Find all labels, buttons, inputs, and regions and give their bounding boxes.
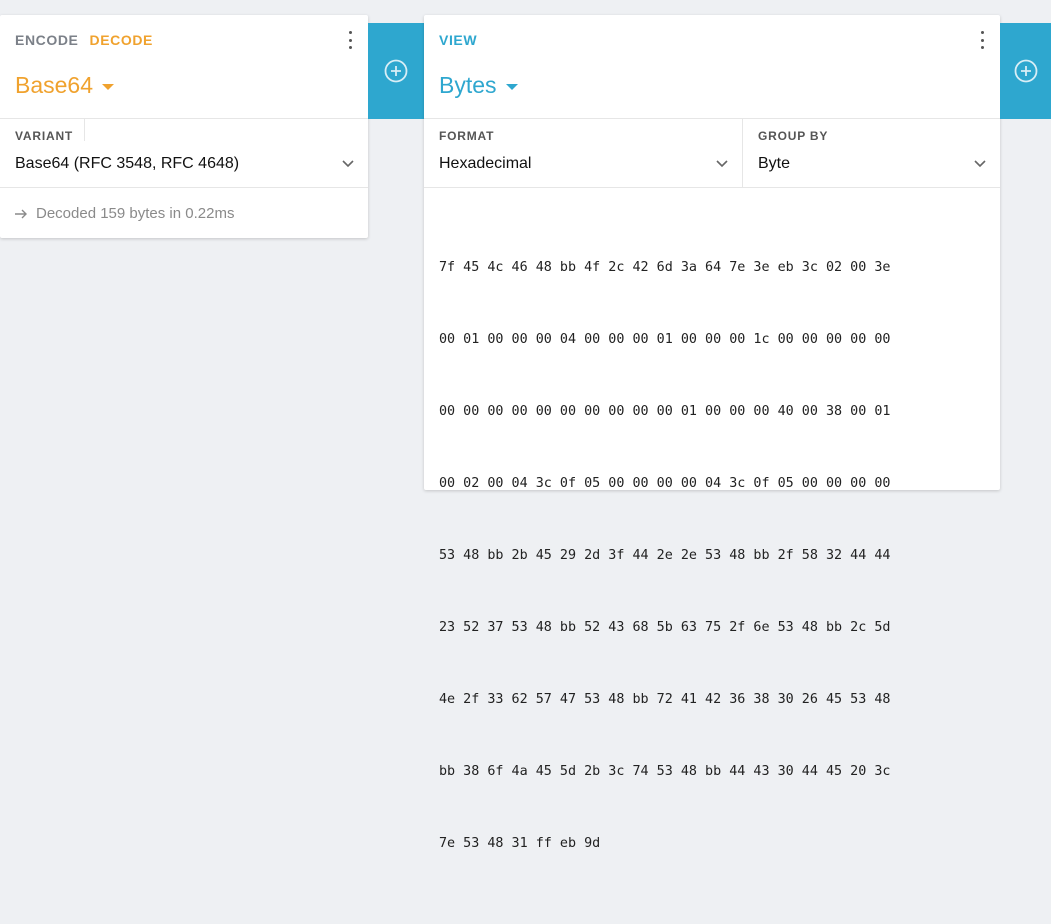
status-line: Decoded 159 bytes in 0.22ms [0,188,368,239]
format-label: FORMAT [439,129,495,143]
status-text: Decoded 159 bytes in 0.22ms [36,205,235,222]
hex-line: 00 01 00 00 00 04 00 00 00 01 00 00 00 1… [439,332,891,347]
view-header: VIEW Bytes [424,15,1000,119]
view-tabs: VIEW [439,32,477,48]
codec-label: Base64 [15,72,94,98]
hex-line: 00 02 00 04 3c 0f 05 00 00 00 00 04 3c 0… [439,476,891,491]
group-by-label: GROUP BY [758,129,829,143]
hex-line: 53 48 bb 2b 45 29 2d 3f 44 2e 2e 53 48 b… [439,548,891,563]
add-circle-icon [384,59,408,83]
add-circle-icon [1014,59,1037,83]
view-mode-label: Bytes [439,72,497,98]
hex-line: 7f 45 4c 46 48 bb 4f 2c 42 6d 3a 64 7e 3… [439,260,891,275]
group-by-value: Byte [758,155,791,172]
tab-decode[interactable]: DECODE [90,32,154,48]
variant-value: Base64 (RFC 3548, RFC 4648) [15,155,240,172]
chevron-down-icon [974,160,986,168]
format-value: Hexadecimal [439,155,532,172]
hex-line: 23 52 37 53 48 bb 52 43 68 5b 63 75 2f 6… [439,620,891,635]
more-vertical-icon[interactable] [344,31,356,49]
codec-select[interactable]: Base64 [15,72,115,99]
format-select[interactable]: FORMAT Hexadecimal [424,119,742,187]
chevron-down-icon [716,160,728,168]
view-brick: VIEW Bytes FORMAT Hexadecimal GROUP BY B… [424,15,1000,851]
variant-label: VARIANT [15,129,74,143]
add-brick-button[interactable] [1000,23,1051,119]
hex-line: 7e 53 48 31 ff eb 9d [439,836,601,851]
hex-line: 4e 2f 33 62 57 47 53 48 bb 72 41 42 36 3… [439,692,891,707]
hex-line: 00 00 00 00 00 00 00 00 00 00 01 00 00 0… [439,404,891,419]
tab-encode[interactable]: ENCODE [15,32,79,48]
encoder-header: ENCODE DECODE Base64 [0,15,368,119]
encoder-brick: ENCODE DECODE Base64 VARIANT Base64 (RFC… [0,15,368,238]
add-brick-button[interactable] [368,23,424,119]
group-by-select[interactable]: GROUP BY Byte [742,119,1000,187]
encoder-tabs: ENCODE DECODE [15,32,153,48]
hex-line: bb 38 6f 4a 45 5d 2b 3c 74 53 48 bb 44 4… [439,764,891,779]
variant-row: VARIANT Base64 (RFC 3548, RFC 4648) [0,119,368,188]
caret-down-icon [505,83,518,90]
chevron-down-icon [342,160,354,168]
view-options-row: FORMAT Hexadecimal GROUP BY Byte [424,119,1000,188]
more-vertical-icon[interactable] [976,31,988,49]
caret-down-icon [102,83,115,90]
variant-select[interactable]: VARIANT Base64 (RFC 3548, RFC 4648) [0,119,368,187]
hex-output[interactable]: 7f 45 4c 46 48 bb 4f 2c 42 6d 3a 64 7e 3… [424,188,1000,924]
arrow-right-icon [15,209,27,218]
tab-view[interactable]: VIEW [439,32,477,48]
view-mode-select[interactable]: Bytes [439,72,518,99]
